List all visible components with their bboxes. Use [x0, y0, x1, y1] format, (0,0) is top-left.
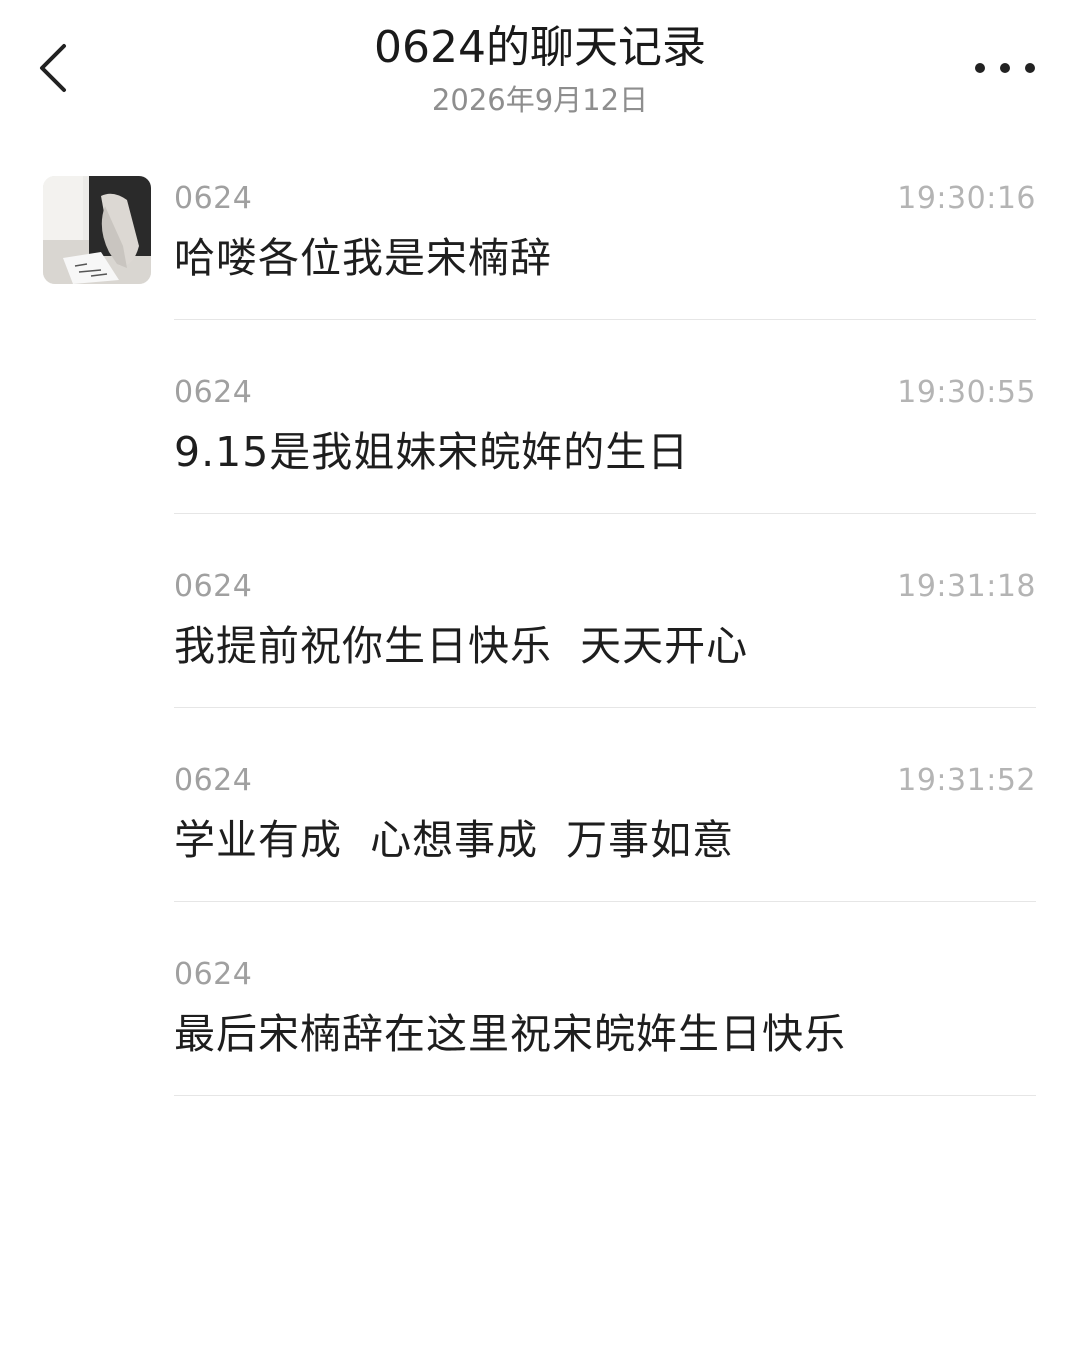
header: 0624的聊天记录 2026年9月12日 [0, 0, 1080, 140]
sender-name: 0624 [174, 375, 253, 410]
message-time: 19:30:55 [897, 375, 1036, 410]
message-item[interactable]: 0624 19:31:18 我提前祝你生日快乐 天天开心 [0, 560, 1080, 754]
message-text: 我提前祝你生日快乐 天天开心 [174, 622, 749, 670]
divider [174, 1095, 1036, 1096]
divider [174, 319, 1036, 320]
divider [174, 513, 1036, 514]
divider [174, 901, 1036, 902]
message-text: 9.15是我姐妹宋皖姩的生日 [174, 428, 690, 476]
more-button[interactable] [970, 44, 1040, 92]
message-text: 学业有成 心想事成 万事如意 [174, 816, 735, 864]
chat-date: 2026年9月12日 [431, 83, 649, 117]
message-item[interactable]: 0624 19:31:52 学业有成 心想事成 万事如意 [0, 754, 1080, 948]
more-horizontal-icon [975, 63, 1035, 73]
sender-name: 0624 [174, 763, 253, 798]
sender-name: 0624 [174, 181, 253, 216]
message-item[interactable]: 0624 19:30:16 哈喽各位我是宋楠辞 [0, 172, 1080, 366]
divider [174, 707, 1036, 708]
message-item[interactable]: 0624 19:30:55 9.15是我姐妹宋皖姩的生日 [0, 366, 1080, 560]
avatar[interactable] [43, 176, 151, 284]
message-item[interactable]: 0624 最后宋楠辞在这里祝宋皖姩生日快乐 [0, 948, 1080, 1142]
message-text: 哈喽各位我是宋楠辞 [174, 234, 552, 282]
message-time: 19:31:52 [897, 763, 1036, 798]
message-text: 最后宋楠辞在这里祝宋皖姩生日快乐 [174, 1010, 846, 1058]
message-time: 19:31:18 [897, 569, 1036, 604]
message-list: 0624 19:30:16 哈喽各位我是宋楠辞 0624 19:30:55 9.… [0, 172, 1080, 1142]
page-title: 0624的聊天记录 [374, 22, 706, 73]
avatar-image [43, 176, 151, 284]
sender-name: 0624 [174, 957, 253, 992]
sender-name: 0624 [174, 569, 253, 604]
message-time: 19:30:16 [897, 181, 1036, 216]
